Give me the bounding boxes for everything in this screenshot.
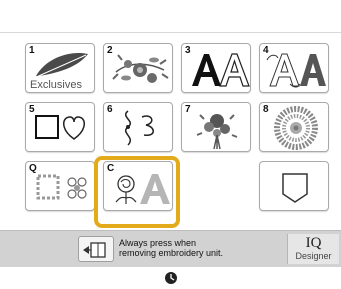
category-tile-8[interactable]: 8 bbox=[259, 102, 329, 152]
category-tile-7[interactable]: 7 bbox=[181, 102, 251, 152]
category-tile-q[interactable]: Q bbox=[25, 161, 95, 211]
selection-highlight bbox=[94, 156, 180, 228]
hint-line-1: Always press when bbox=[119, 238, 197, 248]
bottom-bar: Always press when removing embroidery un… bbox=[0, 230, 341, 267]
tile-caption: Exclusives bbox=[30, 79, 82, 91]
iq-sub-label: Designer bbox=[295, 251, 332, 261]
embroidery-unit-icon bbox=[83, 242, 106, 258]
pattern-category-grid: 1 Exclusives 2 3 4 5 6 7 8 Q C bbox=[0, 0, 341, 230]
frame-outline-icon bbox=[35, 115, 85, 140]
time-icon bbox=[165, 272, 177, 284]
pocket-icon bbox=[282, 173, 308, 203]
quilt-border-icon bbox=[36, 174, 87, 200]
category-tile-pocket[interactable] bbox=[259, 161, 329, 211]
embroidery-unit-button[interactable] bbox=[78, 236, 114, 262]
category-tile-2[interactable]: 2 bbox=[103, 43, 173, 93]
alphabet-outline-icon bbox=[192, 53, 250, 87]
hint-line-2: removing embroidery unit. bbox=[119, 248, 224, 258]
iq-label: IQ bbox=[305, 235, 322, 251]
floral-spray-icon bbox=[112, 54, 169, 83]
footer bbox=[0, 267, 341, 289]
category-tile-6[interactable]: 6 bbox=[103, 102, 173, 152]
iq-designer-button[interactable]: IQ Designer bbox=[287, 234, 339, 264]
category-tile-4[interactable]: 4 bbox=[259, 43, 329, 93]
category-tile-1[interactable]: 1 Exclusives bbox=[25, 43, 95, 93]
category-tile-5[interactable]: 5 bbox=[25, 102, 95, 152]
round-motif-icon bbox=[274, 106, 318, 150]
alphabet-fancy-icon bbox=[266, 53, 326, 88]
embroidery-unit-hint: Always press when removing embroidery un… bbox=[119, 238, 223, 258]
flourish-icon bbox=[125, 110, 154, 146]
category-tile-3[interactable]: 3 bbox=[181, 43, 251, 93]
bouquet-icon bbox=[196, 114, 238, 150]
